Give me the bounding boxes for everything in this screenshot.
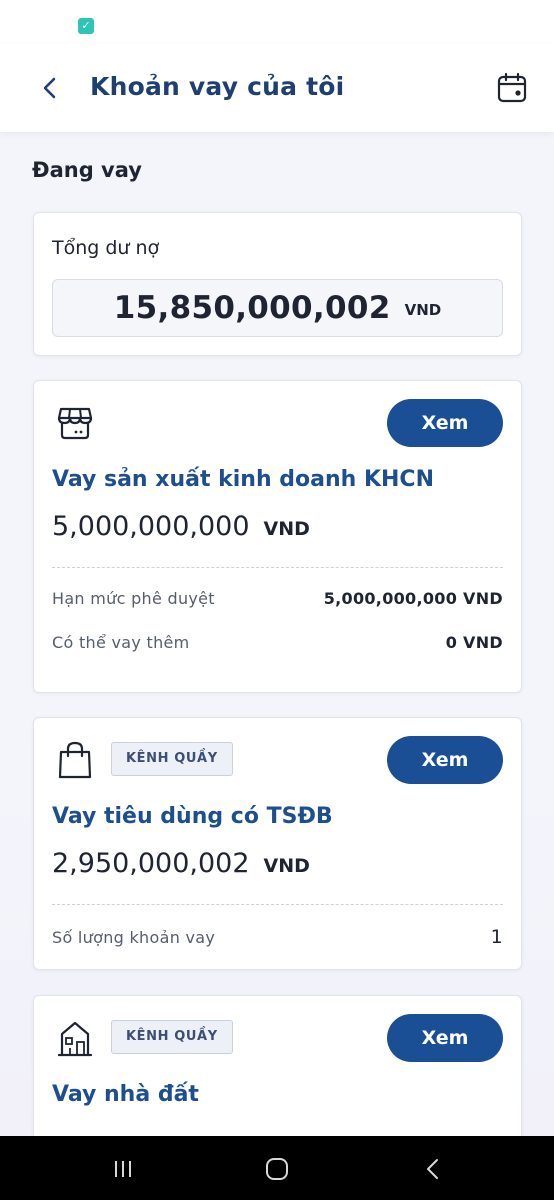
loan-name: Vay nhà đất (52, 1082, 199, 1107)
loan-name: Vay sản xuất kinh doanh KHCN (52, 467, 434, 492)
chevron-left-icon (43, 77, 56, 99)
row-label: Hạn mức phê duyệt (52, 589, 215, 608)
recent-apps-button[interactable] (108, 1156, 138, 1182)
row-label: Có thể vay thêm (52, 633, 190, 652)
total-debt-currency: VND (404, 301, 442, 319)
row-label: Số lượng khoản vay (52, 927, 216, 947)
total-debt-box: 15,850,000,002 VND (52, 279, 503, 337)
loan-count-row: Số lượng khoản vay 1 (52, 926, 503, 948)
approved-limit-row: Hạn mức phê duyệt 5,000,000,000 VND (52, 589, 503, 608)
home-button[interactable] (262, 1156, 292, 1182)
loan-amount-currency: VND (263, 518, 310, 540)
divider (52, 904, 503, 905)
back-nav-button[interactable] (418, 1156, 448, 1182)
loan-amount-currency: VND (263, 855, 310, 877)
shop-icon (57, 407, 93, 440)
shopping-bag-icon (58, 741, 92, 779)
system-navigation-bar (0, 1136, 554, 1200)
house-icon (57, 1021, 93, 1057)
total-debt-label: Tổng dư nợ (52, 237, 160, 259)
total-debt-amount: 15,850,000,002 (113, 290, 391, 326)
back-button[interactable] (36, 72, 66, 104)
divider (52, 567, 503, 568)
row-value: 0 VND (445, 633, 503, 652)
recent-apps-icon (115, 1161, 131, 1177)
channel-badge: KÊNH QUẦY (111, 1020, 233, 1054)
row-value: 1 (490, 926, 503, 948)
total-debt-card: Tổng dư nợ 15,850,000,002 VND (33, 212, 522, 356)
loan-card: KÊNH QUẦY Xem Vay nhà đất (33, 995, 522, 1155)
header: Khoản vay của tôi (0, 44, 554, 132)
loan-card: KÊNH QUẦY Xem Vay tiêu dùng có TSĐB 2,95… (33, 717, 522, 970)
view-button[interactable]: Xem (387, 399, 503, 447)
back-nav-icon (427, 1159, 438, 1179)
calendar-button[interactable] (496, 72, 528, 104)
app-notification-icon: ✓ (78, 18, 94, 34)
calendar-icon (497, 72, 527, 103)
status-bar: ✓ (0, 0, 554, 44)
view-button[interactable]: Xem (387, 736, 503, 784)
loan-card: Xem Vay sản xuất kinh doanh KHCN 5,000,0… (33, 380, 522, 693)
view-button[interactable]: Xem (387, 1014, 503, 1062)
loan-amount-value: 5,000,000,000 (52, 511, 250, 542)
channel-badge: KÊNH QUẦY (111, 742, 233, 776)
loan-name: Vay tiêu dùng có TSĐB (52, 804, 333, 829)
page-title: Khoản vay của tôi (90, 72, 345, 101)
section-title: Đang vay (32, 158, 142, 182)
loan-amount: 5,000,000,000 VND (52, 511, 310, 542)
loan-amount-value: 2,950,000,002 (52, 848, 250, 879)
home-icon (266, 1158, 288, 1180)
available-more-row: Có thể vay thêm 0 VND (52, 633, 503, 652)
row-value: 5,000,000,000 VND (323, 589, 503, 608)
loan-amount: 2,950,000,002 VND (52, 848, 310, 879)
